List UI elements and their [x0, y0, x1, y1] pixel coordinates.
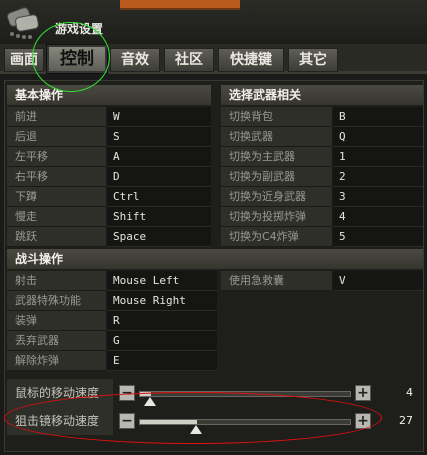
basic-row: 跳跃 Space: [7, 227, 211, 247]
basic-row: 下蹲 Ctrl: [7, 187, 211, 207]
mouse-speed-decrease-button[interactable]: −: [119, 385, 135, 401]
scope-speed-fill: [140, 420, 197, 424]
weapon-key-binding[interactable]: 4: [333, 207, 423, 227]
controls-panel: 基本操作 选择武器相关 前进 W 后退 S 左平移 A 右平移 D 下蹲 Ctrl 慢走 Shift 跳…: [4, 80, 424, 452]
basic-label: 左平移: [7, 147, 107, 167]
combat-label: 射击: [7, 271, 107, 291]
weapon-label: 切换为C4炸弹: [221, 227, 333, 247]
basic-label: 后退: [7, 127, 107, 147]
basic-key-binding[interactable]: Space: [107, 227, 211, 247]
weapon-row: 切换为投掷炸弹 4: [221, 207, 423, 227]
scope-speed-increase-button[interactable]: +: [355, 413, 371, 429]
weapon-row: 切换为C4炸弹 5: [221, 227, 423, 247]
combat-label: 解除炸弹: [7, 351, 107, 371]
weapon-label: 切换为主武器: [221, 147, 333, 167]
mouse-speed-slider: 鼠标的移动速度 − + 4: [7, 379, 423, 407]
basic-key-binding[interactable]: D: [107, 167, 211, 187]
basic-key-binding[interactable]: Shift: [107, 207, 211, 227]
basic-key-binding[interactable]: S: [107, 127, 211, 147]
header-accent: [120, 0, 240, 10]
weapon-row: 切换背包 B: [221, 107, 423, 127]
basic-row: 右平移 D: [7, 167, 211, 187]
combat-row: 解除炸弹 E: [7, 351, 217, 371]
mouse-speed-label: 鼠标的移动速度: [7, 379, 113, 407]
combat-key-binding[interactable]: Mouse Left: [107, 271, 217, 291]
scope-speed-value: 27: [399, 414, 413, 427]
tab-other[interactable]: 其它: [288, 48, 338, 72]
weapon-label: 切换武器: [221, 127, 333, 147]
scope-speed-slider: 狙击镜移动速度 − + 27: [7, 407, 423, 435]
weapon-label: 切换为副武器: [221, 167, 333, 187]
tab-bar: 画面 控制 音效 社区 快捷键 其它: [0, 44, 427, 74]
weapon-key-binding[interactable]: 1: [333, 147, 423, 167]
scope-speed-track[interactable]: [139, 419, 351, 425]
scope-speed-thumb[interactable]: [190, 425, 202, 434]
combat-row: 武器特殊功能 Mouse Right: [7, 291, 217, 311]
tab-community[interactable]: 社区: [164, 48, 214, 72]
weapon-key-binding[interactable]: 3: [333, 187, 423, 207]
combat-key-binding[interactable]: Mouse Right: [107, 291, 217, 311]
basic-label: 右平移: [7, 167, 107, 187]
combat-row: 射击 Mouse Left: [7, 271, 217, 291]
combat-key-binding[interactable]: R: [107, 311, 217, 331]
weapon-label: 切换背包: [221, 107, 333, 127]
window-title: 游戏设置: [55, 22, 104, 36]
basic-label: 慢走: [7, 207, 107, 227]
combat-row: 装弹 R: [7, 311, 217, 331]
window-header: 游戏设置: [0, 0, 427, 44]
weapon-row: 切换武器 Q: [221, 127, 423, 147]
section-title-basic: 基本操作: [7, 85, 211, 105]
combat-key-binding[interactable]: E: [107, 351, 217, 371]
section-title-weapon: 选择武器相关: [221, 85, 423, 105]
weapon-label: 切换为近身武器: [221, 187, 333, 207]
tab-sound[interactable]: 音效: [110, 48, 160, 72]
weapon-key-binding[interactable]: B: [333, 107, 423, 127]
mouse-speed-thumb[interactable]: [144, 397, 156, 406]
first-aid-label: 使用急救囊: [221, 271, 333, 291]
weapon-key-binding[interactable]: 2: [333, 167, 423, 187]
basic-key-binding[interactable]: A: [107, 147, 211, 167]
basic-row: 后退 S: [7, 127, 211, 147]
basic-row: 慢走 Shift: [7, 207, 211, 227]
weapon-key-binding[interactable]: 5: [333, 227, 423, 247]
combat-key-binding[interactable]: G: [107, 331, 217, 351]
weapon-key-binding[interactable]: Q: [333, 127, 423, 147]
basic-row: 前进 W: [7, 107, 211, 127]
basic-row: 左平移 A: [7, 147, 211, 167]
combat-label: 装弹: [7, 311, 107, 331]
basic-key-binding[interactable]: Ctrl: [107, 187, 211, 207]
combat-label: 武器特殊功能: [7, 291, 107, 311]
dogtag-icon: [6, 7, 39, 39]
weapon-row: 切换为主武器 1: [221, 147, 423, 167]
mouse-speed-value: 4: [406, 386, 413, 399]
scope-speed-decrease-button[interactable]: −: [119, 413, 135, 429]
basic-key-binding[interactable]: W: [107, 107, 211, 127]
tab-graphics[interactable]: 画面: [4, 48, 44, 72]
first-aid-key-binding[interactable]: V: [333, 271, 423, 291]
mouse-speed-track[interactable]: [139, 391, 351, 397]
mouse-speed-fill: [140, 392, 151, 396]
basic-label: 跳跃: [7, 227, 107, 247]
basic-label: 下蹲: [7, 187, 107, 207]
tab-hotkeys[interactable]: 快捷键: [218, 48, 284, 72]
section-title-combat: 战斗操作: [7, 249, 423, 269]
weapon-row: 切换为近身武器 3: [221, 187, 423, 207]
combat-row: 丢弃武器 G: [7, 331, 217, 351]
combat-label: 丢弃武器: [7, 331, 107, 351]
basic-label: 前进: [7, 107, 107, 127]
weapon-label: 切换为投掷炸弹: [221, 207, 333, 227]
combat-row: 使用急救囊 V: [221, 271, 423, 291]
tab-controls[interactable]: 控制: [46, 44, 108, 74]
mouse-speed-increase-button[interactable]: +: [355, 385, 371, 401]
weapon-row: 切换为副武器 2: [221, 167, 423, 187]
scope-speed-label: 狙击镜移动速度: [7, 407, 113, 435]
